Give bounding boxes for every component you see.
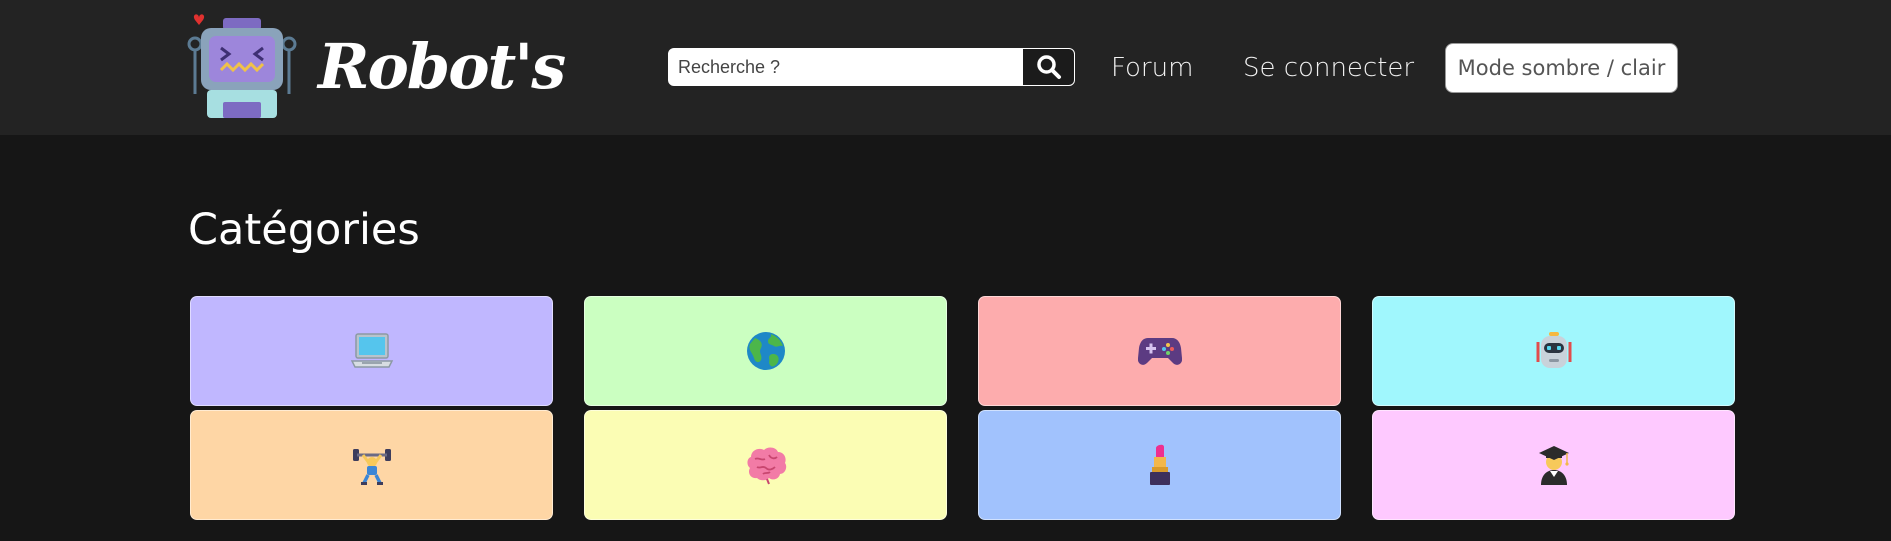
search-input[interactable] [669,49,1023,85]
search-icon [1037,55,1061,79]
category-grid [190,296,1736,520]
nav-link-login[interactable]: Se connecter [1243,48,1414,88]
search-button[interactable] [1023,49,1074,85]
category-card-computing[interactable] [190,296,553,406]
laptop-icon [350,333,393,368]
globe-icon [746,332,785,370]
category-card-education[interactable] [1372,410,1735,520]
robot-icon [1536,332,1571,368]
graduate-icon [1538,446,1569,485]
robot-logo-icon[interactable] [187,14,297,122]
nav-link-forum[interactable]: Forum [1111,48,1193,88]
category-card-world[interactable] [584,296,947,406]
site-header: Robot's Forum Se connecter Mode sombre /… [0,0,1891,135]
page-title: Catégories [188,205,420,255]
weightlifter-icon [352,449,391,485]
category-card-fitness[interactable] [190,410,553,520]
category-card-beauty[interactable] [978,410,1341,520]
category-card-gaming[interactable] [978,296,1341,406]
category-card-brain[interactable] [584,410,947,520]
mode-toggle-button[interactable]: Mode sombre / clair [1445,43,1678,93]
brand-name[interactable]: Robot's [318,22,566,112]
brain-icon [746,447,786,485]
search-bar [668,48,1075,86]
lipstick-icon [1149,444,1170,485]
game-controller-icon [1137,338,1182,365]
category-card-robots[interactable] [1372,296,1735,406]
